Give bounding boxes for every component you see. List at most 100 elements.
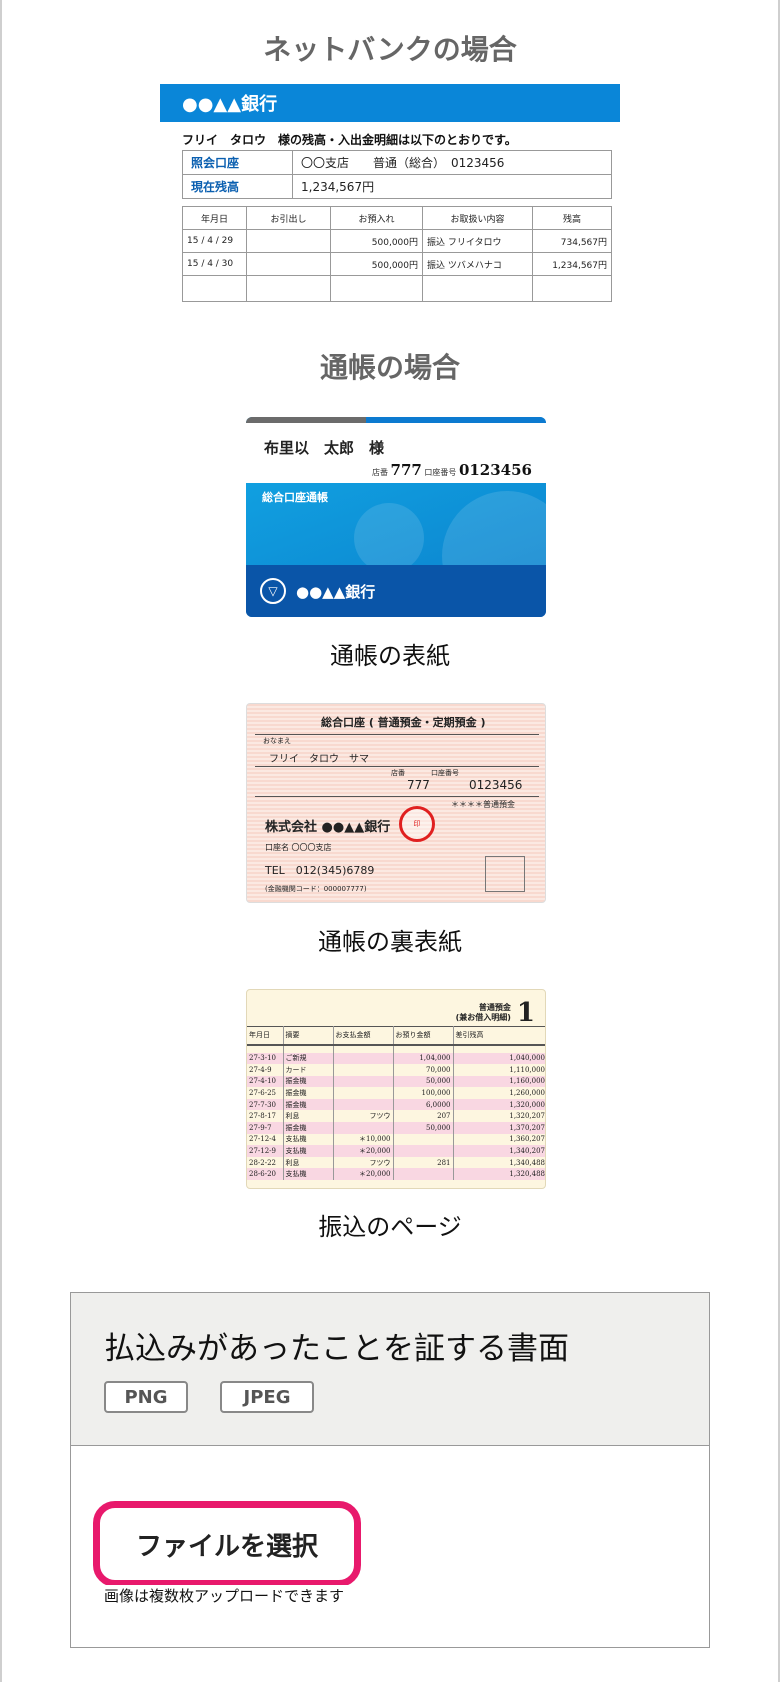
cell-balance: 1,370,207 bbox=[453, 1122, 545, 1134]
decor-bubble bbox=[354, 503, 424, 573]
cell-balance: 1,260,000 bbox=[509, 1089, 545, 1098]
divider bbox=[255, 766, 539, 767]
holder-name: フリイ タロウ サマ bbox=[269, 754, 369, 765]
account-type: ＊＊＊＊普通預金 bbox=[451, 800, 515, 809]
choose-file-button[interactable]: ファイルを選択 bbox=[93, 1501, 361, 1587]
telephone: TEL 012(345)6789 bbox=[265, 864, 375, 877]
back-cover-caption: 通帳の裏表紙 bbox=[318, 928, 462, 956]
upload-panel: 払込みがあったことを証する書面 PNG JPEG ファイルを選択 画像は複数枚ア… bbox=[70, 1292, 710, 1648]
netbank-statement-image: ●●▲▲銀行 フリイ タロウ 様の残高・入出金明細は以下のとおりです。 照会口座… bbox=[160, 84, 620, 302]
cell-deposit: 50,000 bbox=[393, 1075, 454, 1088]
passbook-cover-image: 布里以 太郎 様 店番 777 口座番号 0123456 総合口座通帳 ▽ ●●… bbox=[246, 417, 546, 617]
cell-payment: フツウ bbox=[333, 1110, 394, 1123]
table-row: 28-6-20 支払機 ＊20,000 1,320,488 bbox=[247, 1168, 545, 1181]
table-row: 27-3-10 ご新規 1,04,000 1,040,000 bbox=[247, 1052, 545, 1065]
table-row: 27-9-7 振金機 50,000 1,370,207 bbox=[247, 1122, 545, 1134]
cell-balance: 1,320,000 bbox=[453, 1098, 545, 1111]
cell-deposit: 50,000 bbox=[393, 1122, 454, 1134]
column-header: お預入れ bbox=[330, 206, 423, 230]
cover-footer: ▽ ●●▲▲銀行 bbox=[246, 565, 546, 617]
name-label: おなまえ bbox=[263, 737, 291, 745]
balance-value: 1,234,567円 bbox=[292, 174, 612, 199]
branch-label: 店番 bbox=[391, 769, 405, 777]
cell-deposit: 70,000 bbox=[393, 1064, 454, 1076]
cell-payment: フツウ bbox=[333, 1156, 394, 1169]
cell-payment bbox=[333, 1122, 394, 1134]
cell-deposit bbox=[393, 1145, 454, 1157]
table-row: 27-4-10 振金機 50,000 1,160,000 bbox=[247, 1075, 545, 1088]
cell-date: 27-12-9 bbox=[247, 1145, 284, 1157]
cell-date: 27-4-10 bbox=[247, 1075, 284, 1088]
account-label: 照会口座 bbox=[182, 150, 293, 175]
cell-date: 27-8-17 bbox=[247, 1110, 284, 1123]
cell-balance: 1,320,207 bbox=[509, 1112, 545, 1121]
cell-balance: 1,340,207 bbox=[453, 1145, 545, 1157]
bank-logo-icon: ▽ bbox=[260, 578, 286, 604]
branch-number: 777 bbox=[407, 778, 430, 792]
netbank-message: フリイ タロウ 様の残高・入出金明細は以下のとおりです。 bbox=[182, 133, 517, 147]
cell-summary: カード bbox=[283, 1064, 334, 1076]
cover-caption: 通帳の表紙 bbox=[330, 642, 450, 670]
cell-date: 27-7-30 bbox=[247, 1098, 284, 1111]
empty-cell bbox=[532, 275, 612, 302]
account-value: 〇〇支店 普通（総合） 0123456 bbox=[292, 150, 612, 175]
cell-balance: 734,567円 bbox=[532, 229, 612, 253]
cell-summary: 支払機 bbox=[283, 1145, 334, 1157]
table-row: 27-6-25 振金機 100,000 1,260,000 bbox=[247, 1087, 545, 1099]
upload-header: 払込みがあったことを証する書面 PNG JPEG bbox=[71, 1293, 709, 1446]
column-header: 年月日 bbox=[182, 206, 247, 230]
table-row: 15 / 4 / 30 500,000円 振込 ツバメハナコ 1,234,567… bbox=[182, 252, 612, 276]
cell-payment bbox=[333, 1098, 394, 1111]
cell-summary: 支払機 bbox=[283, 1133, 334, 1146]
cell-balance: 1,360,207 bbox=[509, 1135, 545, 1144]
stamp-box bbox=[485, 856, 525, 892]
bank-code: (金融機関コード：000007777) bbox=[265, 885, 367, 893]
upload-title: 払込みがあったことを証する書面 bbox=[104, 1331, 569, 1367]
netbank-account-table: 照会口座 〇〇支店 普通（総合） 0123456 現在残高 1,234,567円 bbox=[182, 150, 612, 199]
cell-date: 27-9-7 bbox=[247, 1122, 284, 1134]
cell-balance: 1,040,000 bbox=[453, 1052, 545, 1065]
cell-date: 27-3-10 bbox=[247, 1052, 284, 1065]
cell-deposit: 100,000 bbox=[393, 1087, 454, 1099]
cell-date: 15 / 4 / 30 bbox=[182, 252, 247, 276]
cell-payment bbox=[333, 1052, 394, 1065]
table-row: 27-12-4 支払機 ＊10,000 1,360,207 bbox=[247, 1133, 545, 1146]
cell-summary: ご新規 bbox=[283, 1052, 334, 1065]
divider bbox=[255, 796, 539, 797]
passbook-section-title: 通帳の場合 bbox=[319, 351, 460, 384]
empty-cell bbox=[422, 275, 533, 302]
cell-summary: 利息 bbox=[283, 1110, 334, 1123]
cell-description: 振込 ツバメハナコ bbox=[422, 252, 533, 276]
branch-label: 店番 bbox=[371, 468, 388, 477]
column-header: お預り金額 bbox=[393, 1026, 454, 1046]
branch-name: 口座名 〇〇〇支店 bbox=[265, 843, 332, 852]
empty-cell bbox=[246, 275, 331, 302]
cell-deposit: 500,000円 bbox=[330, 229, 423, 253]
passbook-back-cover-image: 総合口座 ( 普通預金・定期預金 ) おなまえ フリイ タロウ サマ 店番 口座… bbox=[246, 703, 546, 903]
passbook-transfer-page-image: 普通預金 (兼お借入明細) 1 年月日 摘要 お支払金額 お預り金額 差引残高 … bbox=[246, 989, 546, 1189]
cell-balance: 1,110,000 bbox=[509, 1065, 545, 1074]
empty-cell bbox=[247, 1044, 284, 1053]
cell-date: 28-2-22 bbox=[247, 1156, 284, 1169]
cell-balance: 1,234,567円 bbox=[532, 252, 612, 276]
page-header: 普通預金 (兼お借入明細) 1 bbox=[456, 998, 535, 1028]
company-name: 株式会社 ●●▲▲銀行 bbox=[265, 820, 391, 835]
column-header: 残高 bbox=[532, 206, 612, 230]
balance-label: 現在残高 bbox=[182, 174, 293, 199]
cell-payment bbox=[333, 1087, 394, 1099]
table-row: 27-12-9 支払機 ＊20,000 1,340,207 bbox=[247, 1145, 545, 1157]
empty-cell bbox=[283, 1044, 334, 1053]
cell-summary: 振金機 bbox=[283, 1098, 334, 1111]
cell-balance: 1,320,488 bbox=[453, 1168, 545, 1181]
cell-deposit: 281 bbox=[393, 1156, 454, 1169]
table-spacer bbox=[247, 1044, 545, 1053]
cell-deposit: 207 bbox=[393, 1110, 454, 1123]
column-header: お支払金額 bbox=[333, 1026, 394, 1046]
empty-cell bbox=[182, 275, 247, 302]
format-badge-png: PNG bbox=[104, 1381, 188, 1413]
page-header-label: 普通預金 (兼お借入明細) bbox=[455, 1003, 511, 1022]
cell-payment: ＊20,000 bbox=[333, 1145, 394, 1157]
cell-summary: 利息 bbox=[283, 1156, 334, 1169]
passbook-table: 年月日 摘要 お支払金額 お預り金額 差引残高 27-3-10 ご新規 1,04,0… bbox=[247, 1026, 545, 1181]
table-row: 27-8-17 利息 フツウ 207 1,320,207 bbox=[247, 1110, 545, 1123]
